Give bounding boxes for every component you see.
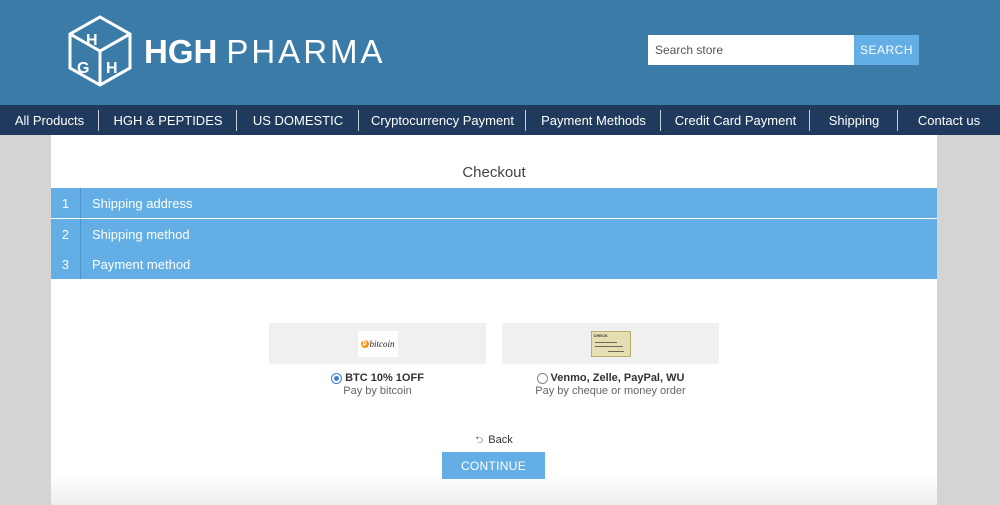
brand-name-bold: HGH xyxy=(144,32,218,70)
search-button[interactable]: SEARCH xyxy=(854,35,919,65)
step-shipping-address[interactable]: 1 Shipping address xyxy=(51,188,937,218)
step-number: 1 xyxy=(51,188,81,218)
svg-text:G: G xyxy=(77,60,89,77)
step-number: 3 xyxy=(51,249,81,279)
bitcoin-logo-icon: ₿ bitcoin xyxy=(357,330,398,357)
back-arrow-icon: ⮌ xyxy=(475,435,484,446)
cheque-radio[interactable] xyxy=(536,372,548,384)
search-input[interactable] xyxy=(648,35,854,65)
payment-method-cheque[interactable]: CHECK Venmo, Zelle, PayPal, WU Pay by ch… xyxy=(502,323,719,397)
step-shipping-method[interactable]: 2 Shipping method xyxy=(51,219,937,249)
page-title: Checkout xyxy=(462,164,526,181)
cheque-logo-icon: CHECK xyxy=(590,330,631,357)
payment-option[interactable]: Venmo, Zelle, PayPal, WU xyxy=(502,372,719,384)
nav-credit-card-payment[interactable]: Credit Card Payment xyxy=(661,105,810,135)
main-nav: All Products HGH & PEPTIDES US DOMESTIC … xyxy=(0,105,1000,135)
payment-option-label[interactable]: Venmo, Zelle, PayPal, WU xyxy=(551,372,685,384)
bitcoin-logo-text: bitcoin xyxy=(369,338,395,349)
step-label: Shipping address xyxy=(92,195,193,211)
continue-button[interactable]: CONTINUE xyxy=(442,452,545,479)
hgh-cube-logo-icon: H G H xyxy=(68,15,132,87)
bitcoin-radio[interactable] xyxy=(331,372,343,384)
back-link[interactable]: ⮌ Back xyxy=(51,433,937,450)
step-label: Shipping method xyxy=(92,226,190,242)
nav-payment-methods[interactable]: Payment Methods xyxy=(526,105,661,135)
nav-cryptocurrency-payment[interactable]: Cryptocurrency Payment xyxy=(359,105,526,135)
site-logo[interactable]: H G H HGH PHARMA xyxy=(68,15,386,87)
brand-name: HGH PHARMA xyxy=(144,35,386,68)
step-payment-method[interactable]: 3 Payment method xyxy=(51,249,937,279)
brand-name-thin: PHARMA xyxy=(226,32,386,70)
nav-hgh-peptides[interactable]: HGH & PEPTIDES xyxy=(99,105,237,135)
checkout-panel: Checkout 1 Shipping address 2 Shipping m… xyxy=(51,135,937,505)
payment-method-image[interactable]: ₿ bitcoin xyxy=(269,323,486,364)
nav-all-products[interactable]: All Products xyxy=(0,105,99,135)
payment-option-label[interactable]: BTC 10% 1OFF xyxy=(345,372,424,384)
payment-description: Pay by cheque or money order xyxy=(535,385,686,397)
svg-text:H: H xyxy=(106,60,118,77)
site-header: H G H HGH PHARMA SEARCH xyxy=(0,0,1000,105)
payment-option[interactable]: BTC 10% 1OFF xyxy=(269,372,486,384)
nav-contact-us[interactable]: Contact us xyxy=(898,105,1000,135)
cheque-logo-text: CHECK xyxy=(593,332,608,338)
search-bar: SEARCH xyxy=(648,35,919,65)
nav-us-domestic[interactable]: US DOMESTIC xyxy=(237,105,359,135)
payment-method-bitcoin[interactable]: ₿ bitcoin BTC 10% 1OFF Pay by bitcoin xyxy=(269,323,486,397)
svg-text:H: H xyxy=(86,32,98,49)
step-label: Payment method xyxy=(92,256,191,272)
back-label[interactable]: Back xyxy=(488,434,512,446)
payment-method-image[interactable]: CHECK xyxy=(502,323,719,364)
nav-shipping[interactable]: Shipping xyxy=(810,105,898,135)
step-number: 2 xyxy=(51,219,81,249)
payment-description: Pay by bitcoin xyxy=(343,385,412,397)
